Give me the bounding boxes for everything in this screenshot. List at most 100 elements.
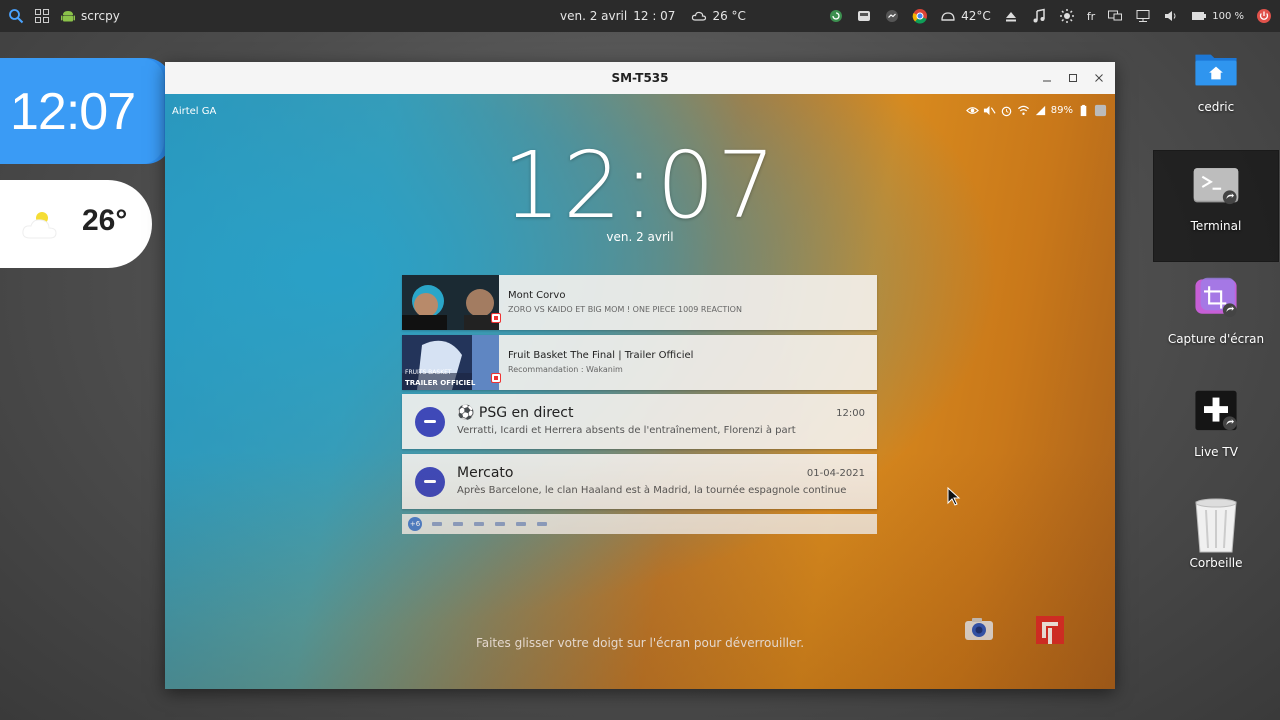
minimize-button[interactable] [1039, 70, 1055, 86]
notification-title: Fruit Basket The Final | Trailer Officie… [508, 350, 694, 361]
desktop-icon-label: Live TV [1194, 445, 1238, 459]
maximize-button[interactable] [1065, 70, 1081, 86]
carrier-name: Airtel GA [172, 106, 217, 117]
mute-icon [983, 104, 996, 117]
clock-widget-time: 12:07 [10, 83, 136, 141]
youtube-icon [491, 373, 501, 383]
top-panel: scrcpy ven. 2 avril 12 : 07 26 °C 42°C f… [0, 0, 1280, 32]
panel-date: ven. 2 avril [560, 9, 628, 23]
device-lockscreen[interactable]: Airtel GA 89% 12:07 ven. 2 avril Mont Co… [165, 94, 1115, 689]
notification-youtube-2[interactable]: FRUITS BASKET TRAILER OFFICIEL Fruit Bas… [402, 335, 877, 390]
volume-icon[interactable] [1163, 8, 1179, 24]
device-battery: 89% [1050, 105, 1073, 116]
mouse-cursor-icon [947, 486, 961, 507]
desktop-icon-label: Terminal [1190, 219, 1242, 233]
mini-app-icon [432, 522, 442, 526]
wifi-icon [1017, 104, 1030, 117]
video-thumbnail: FRUITS BASKET TRAILER OFFICIEL [402, 335, 499, 390]
trash-icon [1188, 498, 1244, 554]
notification-title: Mont Corvo [508, 290, 566, 301]
top-panel-clock[interactable]: ven. 2 avril 12 : 07 26 °C [560, 0, 746, 32]
mini-app-icon [495, 522, 505, 526]
keyboard-layout[interactable]: fr [1087, 10, 1095, 23]
update-icon[interactable] [828, 8, 844, 24]
window-titlebar[interactable]: SM-T535 [165, 62, 1115, 94]
lockscreen-clock: 12:07 [502, 132, 778, 239]
chrome-icon[interactable] [912, 8, 928, 24]
notification-time: 01-04-2021 [806, 468, 865, 479]
device-status-bar: 89% [965, 104, 1107, 117]
network-icon[interactable] [1135, 8, 1151, 24]
notification-subtitle: Verratti, Icardi et Herrera absents de l… [457, 425, 796, 436]
eject-icon[interactable] [1003, 8, 1019, 24]
thumbnail-caption-1: FRUITS BASKET [405, 369, 452, 376]
music-icon[interactable] [1031, 8, 1047, 24]
alarm-icon [1000, 104, 1013, 117]
news-app-icon [415, 467, 445, 497]
power-icon[interactable] [1256, 8, 1272, 24]
eye-icon [965, 104, 979, 117]
taskbar-app-scrcpy[interactable]: scrcpy [60, 8, 120, 24]
desktop-icon-label: cedric [1197, 100, 1235, 114]
battery-icon [1191, 8, 1207, 24]
partly-sunny-icon [18, 202, 68, 246]
signal-icon [1034, 104, 1047, 117]
desktop-icon-cedric[interactable]: cedric [1153, 46, 1279, 122]
disk-icon[interactable] [856, 8, 872, 24]
more-notifications-bar[interactable]: +6 [402, 514, 877, 534]
temperature-icon [940, 8, 956, 24]
notification-app-icon [1094, 104, 1107, 117]
minimize-icon [1043, 80, 1051, 82]
display-icon[interactable] [1107, 8, 1123, 24]
panel-weather-temp: 26 °C [712, 9, 746, 23]
mini-app-icon [474, 522, 484, 526]
mini-app-icon [453, 522, 463, 526]
home-folder-icon [1188, 46, 1244, 102]
thumbnail-caption-2: TRAILER OFFICIEL [405, 379, 476, 387]
panel-weather: 26 °C [691, 8, 746, 24]
cloud-icon [691, 8, 707, 24]
notification-psg[interactable]: ⚽ PSG en direct Verratti, Icardi et Herr… [402, 394, 877, 449]
notification-subtitle: ZORO VS KAIDO ET BIG MOM ! ONE PIECE 100… [508, 305, 742, 314]
brightness-icon[interactable] [1059, 8, 1075, 24]
notification-mercato[interactable]: Mercato Après Barcelone, le clan Haaland… [402, 454, 877, 509]
maximize-icon [1069, 74, 1077, 82]
panel-time: 12 : 07 [633, 9, 676, 23]
lockscreen-date: ven. 2 avril [606, 230, 674, 244]
desktop-icon-label: Corbeille [1189, 556, 1243, 570]
mini-app-icon [516, 522, 526, 526]
weather-widget-temp: 26° [82, 204, 128, 237]
search-icon[interactable] [8, 8, 24, 24]
notification-title: Mercato [457, 465, 514, 481]
top-panel-tray: 42°C fr 100 % [828, 0, 1272, 32]
terminal-icon [1188, 163, 1244, 219]
flipboard-shortcut-icon[interactable] [1036, 616, 1064, 644]
notification-subtitle: Recommandation : Wakanim [508, 365, 623, 374]
close-button[interactable] [1091, 70, 1107, 86]
mini-app-icon [537, 522, 547, 526]
scrcpy-window: SM-T535 Airtel GA 89% 12:07 ven. 2 avril… [165, 62, 1115, 689]
desktop-icon-label: Capture d'écran [1167, 332, 1265, 346]
notification-title: ⚽ PSG en direct [457, 405, 574, 421]
more-notifications-count: +6 [408, 517, 422, 531]
cpu-temperature[interactable]: 42°C [940, 8, 991, 24]
video-thumbnail [402, 275, 499, 330]
battery-indicator[interactable]: 100 % [1191, 8, 1244, 24]
clock-widget-inner: 12:07 [0, 58, 164, 164]
android-icon [60, 8, 76, 24]
app-grid-icon[interactable] [34, 8, 50, 24]
desktop-icon-screenshot[interactable]: Capture d'écran [1153, 276, 1279, 346]
camera-shortcut-icon[interactable] [963, 614, 995, 644]
notification-youtube-1[interactable]: Mont Corvo ZORO VS KAIDO ET BIG MOM ! ON… [402, 275, 877, 330]
desktop-icon-live-tv[interactable]: Live TV [1153, 389, 1279, 459]
screenshot-icon [1188, 276, 1244, 332]
messenger-icon[interactable] [884, 8, 900, 24]
weather-widget: 26° [0, 180, 152, 268]
desktop-icon-terminal[interactable]: Terminal [1153, 150, 1279, 262]
window-controls [1039, 62, 1107, 94]
window-title: SM-T535 [611, 71, 669, 85]
close-icon [1095, 74, 1103, 82]
battery-icon [1077, 104, 1090, 117]
taskbar-app-label: scrcpy [81, 9, 120, 23]
desktop-icon-trash[interactable]: Corbeille [1153, 498, 1279, 570]
